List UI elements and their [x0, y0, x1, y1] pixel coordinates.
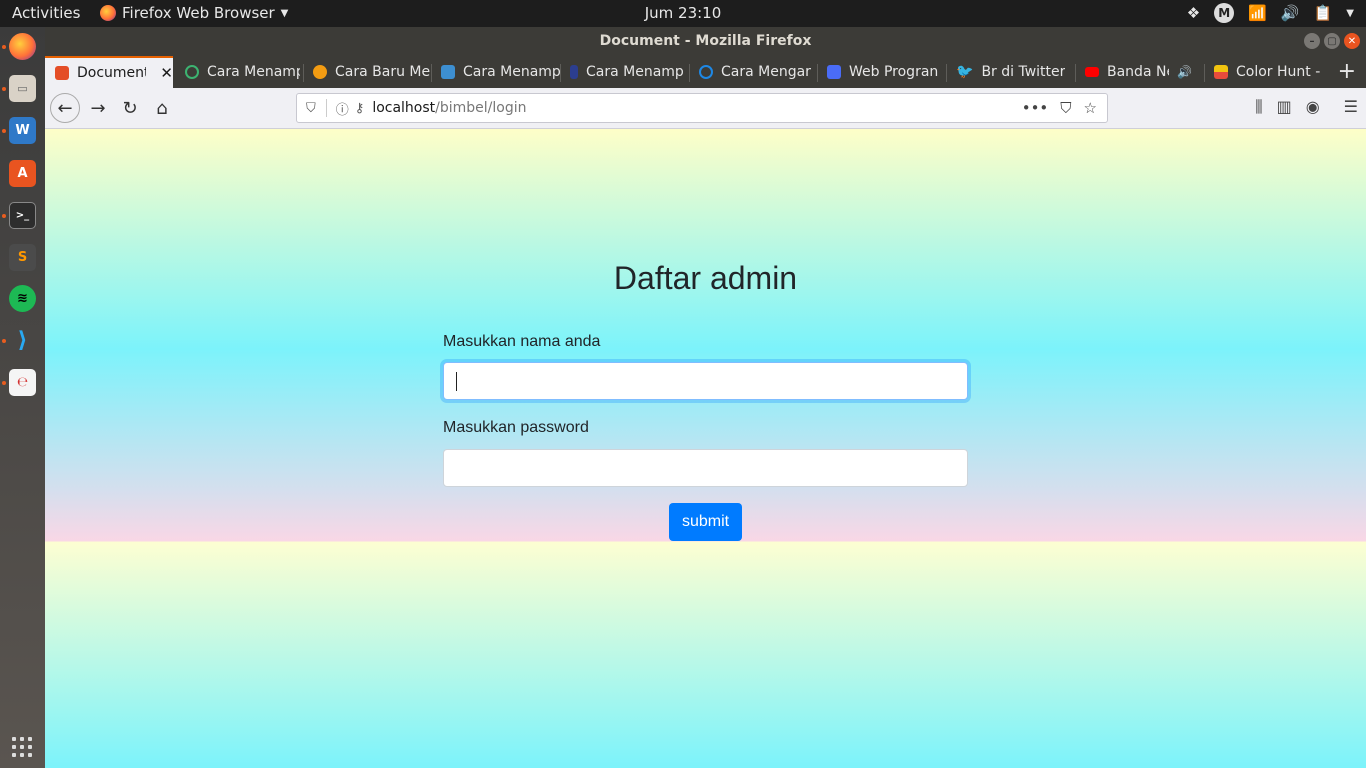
system-top-bar: Activities Firefox Web Browser ▼ Jum 23:… [0, 0, 1366, 27]
tab-document[interactable]: Document ✕ [45, 56, 173, 88]
tab-item[interactable]: Color Hunt - [1204, 56, 1328, 88]
chevron-down-icon[interactable]: ▼ [1346, 8, 1354, 19]
tab-item[interactable]: Cara Mengar [689, 56, 817, 88]
tab-label: Br di Twitter [981, 64, 1066, 80]
tab-item[interactable]: Web Progran [817, 56, 946, 88]
writer-icon[interactable]: W [9, 117, 36, 144]
tab-favicon-icon [827, 65, 841, 79]
tab-label: Banda Nei [1107, 64, 1169, 80]
running-indicator [2, 339, 6, 343]
tab-favicon-icon [313, 65, 327, 79]
dropbox-icon[interactable]: ❖ [1187, 4, 1200, 22]
tab-favicon-icon [441, 65, 455, 79]
minimize-button[interactable]: – [1304, 33, 1320, 49]
url-bar[interactable]: ⛉ ⓘ ⚷ localhost/bimbel/login ••• ⛉ ☆ [296, 93, 1108, 123]
running-indicator [2, 87, 6, 91]
youtube-icon [1085, 67, 1099, 77]
shield-icon[interactable]: ⛉ [306, 101, 316, 116]
tab-favicon-icon [55, 66, 69, 80]
running-indicator [2, 45, 6, 49]
tab-favicon-icon [699, 65, 713, 79]
text-cursor [456, 372, 457, 391]
dock: ▭ W A >_ S ≋ ⟩ ℮ [0, 27, 45, 768]
forward-button[interactable]: → [84, 94, 112, 122]
tab-label: Color Hunt - [1236, 64, 1321, 80]
tab-label: Cara Menamp [207, 64, 300, 80]
tab-label: Cara Baru Me [335, 64, 431, 80]
texteditor-icon[interactable]: ℮ [9, 369, 36, 396]
tab-label: Cara Menamp [463, 64, 560, 80]
running-indicator [2, 129, 6, 133]
name-input[interactable] [443, 362, 968, 400]
back-button[interactable]: ← [50, 93, 80, 123]
submit-button[interactable]: submit [669, 503, 742, 541]
home-button[interactable]: ⌂ [148, 94, 176, 122]
tab-favicon-icon [1214, 65, 1228, 79]
url-host[interactable]: localhost [372, 100, 435, 116]
account-icon[interactable]: ◉ [1306, 97, 1320, 117]
tab-item[interactable]: Cara Menamp [560, 56, 689, 88]
bookmark-star-icon[interactable]: ☆ [1084, 99, 1097, 117]
volume-icon[interactable]: 🔊 [1281, 4, 1300, 22]
firefox-dock-icon[interactable] [9, 33, 36, 60]
tab-favicon-icon [570, 65, 578, 79]
tab-strip: Document ✕ Cara Menamp Cara Baru Me Cara… [45, 55, 1366, 88]
page-title: Daftar admin [613, 260, 798, 296]
password-input[interactable] [443, 449, 968, 487]
software-center-icon[interactable]: A [9, 160, 36, 187]
tab-label: Cara Menamp [586, 64, 684, 80]
new-tab-button[interactable]: + [1338, 59, 1356, 84]
tab-item[interactable]: 🐦 Br di Twitter [946, 56, 1075, 88]
twitter-icon: 🐦 [956, 64, 974, 80]
url-separator [325, 99, 327, 117]
speaker-icon[interactable]: 🔊 [1177, 65, 1192, 79]
app-menu-label: Firefox Web Browser [122, 4, 275, 22]
window-titlebar[interactable]: Document - Mozilla Firefox – ▢ ✕ [45, 27, 1366, 55]
spotify-icon[interactable]: ≋ [9, 285, 36, 312]
page-actions-icon[interactable]: ••• [1022, 99, 1049, 117]
navigation-toolbar: ← → ↻ ⌂ ⛉ ⓘ ⚷ localhost/bimbel/login •••… [45, 88, 1366, 129]
key-icon[interactable]: ⚷ [355, 101, 365, 116]
sublime-icon[interactable]: S [9, 244, 36, 271]
system-tray[interactable]: ❖ M 📶 🔊 📋 ▼ [1187, 3, 1354, 23]
info-icon[interactable]: ⓘ [336, 99, 349, 118]
tab-favicon-icon [185, 65, 199, 79]
tab-label: Web Progran [849, 64, 939, 80]
terminal-icon[interactable]: >_ [9, 202, 36, 229]
wifi-icon[interactable]: 📶 [1248, 4, 1267, 22]
tab-item[interactable]: Banda Nei 🔊 [1075, 56, 1204, 88]
files-icon[interactable]: ▭ [9, 75, 36, 102]
pocket-icon[interactable]: ⛉ [1060, 99, 1071, 117]
activities-button[interactable]: Activities [12, 4, 80, 22]
page-content: Daftar admin Masukkan nama anda Masukkan… [45, 129, 1366, 768]
user-avatar[interactable]: M [1214, 3, 1235, 23]
tab-label: Cara Mengar [721, 64, 811, 80]
vscode-icon[interactable]: ⟩ [9, 327, 36, 354]
caret-down-icon: ▼ [280, 7, 289, 19]
app-menu[interactable]: Firefox Web Browser ▼ [100, 4, 288, 22]
url-path[interactable]: /bimbel/login [435, 100, 526, 116]
clipboard-icon[interactable]: 📋 [1314, 4, 1333, 22]
running-indicator [2, 214, 6, 218]
firefox-icon [100, 5, 116, 21]
tab-item[interactable]: Cara Menamp [431, 56, 560, 88]
tab-label: Document [77, 65, 147, 81]
close-window-button[interactable]: ✕ [1344, 33, 1360, 49]
show-applications-icon[interactable] [12, 737, 32, 757]
password-label: Masukkan password [443, 419, 589, 436]
running-indicator [2, 381, 6, 385]
tab-item[interactable]: Cara Baru Me [303, 56, 431, 88]
hamburger-menu-icon[interactable]: ☰ [1344, 97, 1358, 117]
maximize-button[interactable]: ▢ [1324, 33, 1340, 49]
close-tab-icon[interactable]: ✕ [160, 64, 173, 82]
name-label: Masukkan nama anda [443, 333, 601, 350]
reload-button[interactable]: ↻ [116, 94, 144, 122]
library-icon[interactable]: ⫼ [1255, 97, 1262, 117]
tab-item[interactable]: Cara Menamp [175, 56, 300, 88]
window-title: Document - Mozilla Firefox [599, 33, 812, 49]
sidebar-icon[interactable]: ▥ [1277, 97, 1292, 117]
